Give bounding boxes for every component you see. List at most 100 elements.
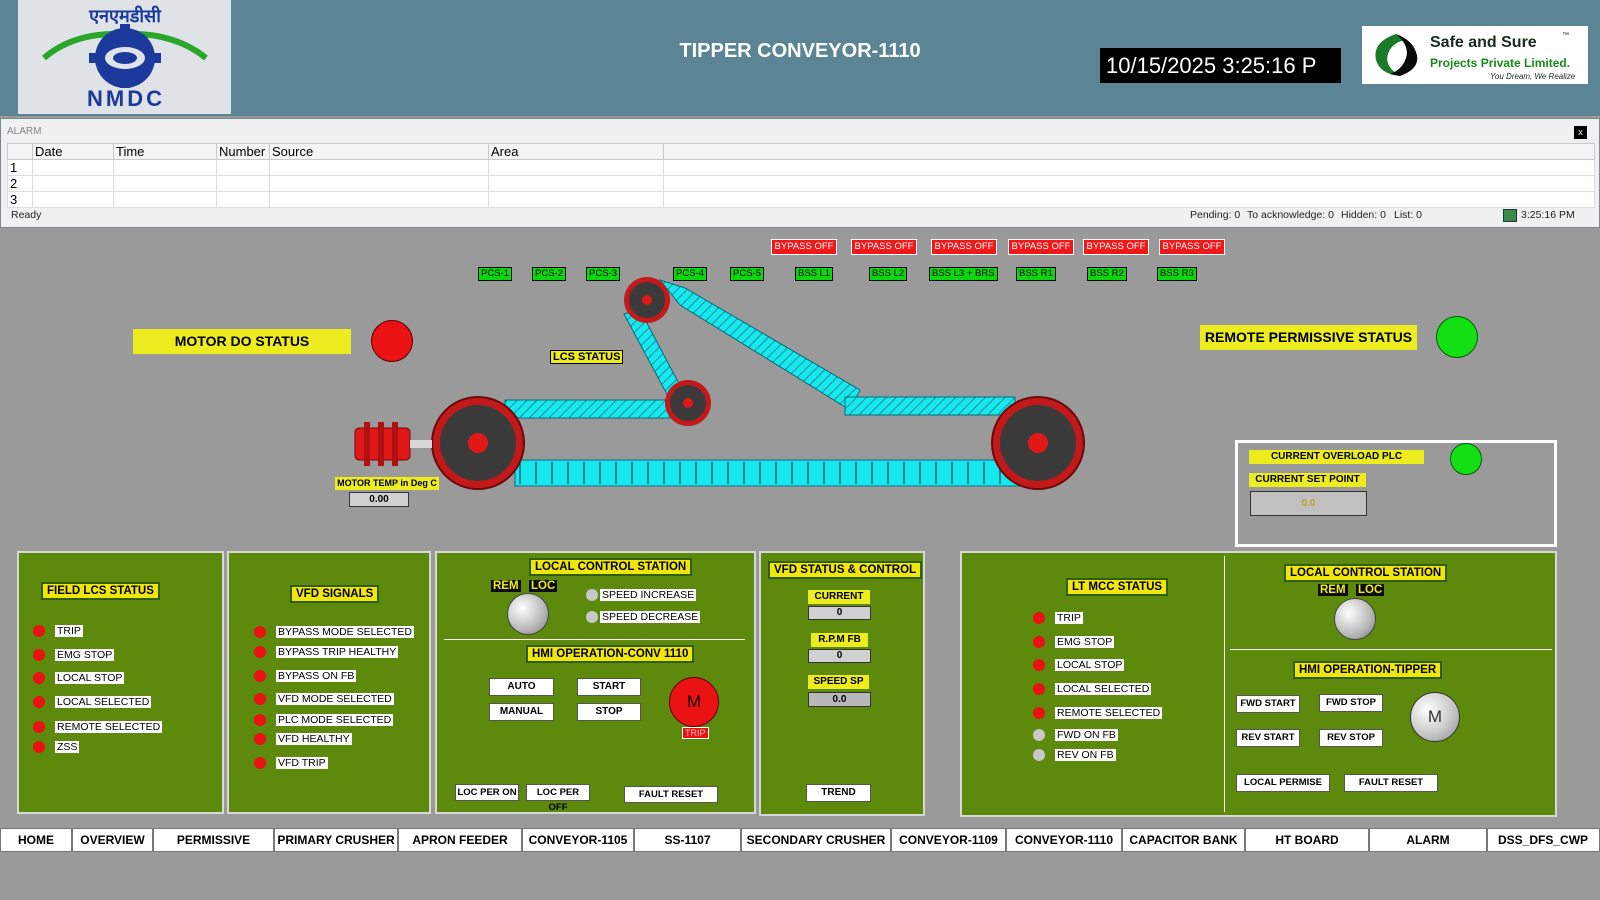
current-fb-label: CURRENT FB xyxy=(808,590,870,616)
lamp-label: REMOTE SELECTED xyxy=(1055,707,1163,719)
status-lamp xyxy=(1033,749,1045,761)
status-lamp xyxy=(586,611,598,623)
nav-overview[interactable]: OVERVIEW xyxy=(72,828,153,852)
nmdc-logo: एनएमडीसी NMDC xyxy=(18,0,231,114)
current-fb-value: 0 xyxy=(808,606,871,620)
status-lamp xyxy=(586,589,598,601)
lamp-label: REMOTE SELECTED xyxy=(55,721,163,733)
alarm-col-source[interactable]: Source xyxy=(269,143,489,160)
current-set-point-input[interactable]: 0.0 xyxy=(1250,491,1367,516)
lt-mcc-local-stop: LOCAL STOP xyxy=(1033,659,1125,671)
row-number: 2 xyxy=(7,175,33,192)
lamp-label: BYPASS MODE SELECTED xyxy=(276,626,415,638)
tipper-fault-reset-button[interactable]: FAULT RESET xyxy=(1344,774,1438,792)
divider xyxy=(444,639,745,640)
rev-start-button[interactable]: REV START xyxy=(1236,729,1300,747)
status-lamp xyxy=(254,626,266,638)
nav-home[interactable]: HOME xyxy=(0,828,72,852)
alarm-col-number[interactable]: Number xyxy=(216,143,270,160)
bss-r3-indicator: BSS R3 xyxy=(1157,267,1197,281)
lt-mcc-local-selected: LOCAL SELECTED xyxy=(1033,683,1152,695)
motor-temp-label: MOTOR TEMP in Deg C xyxy=(335,477,439,490)
nav-permissive[interactable]: PERMISSIVE xyxy=(153,828,274,852)
lamp-label: EMG STOP xyxy=(1055,636,1115,648)
lamp-label: TRIP xyxy=(55,625,83,637)
lt-mcc-remote-selected: REMOTE SELECTED xyxy=(1033,707,1163,719)
manual-button[interactable]: MANUAL xyxy=(489,703,554,721)
alarm-statusbar: Ready Pending: 0 To acknowledge: 0 Hidde… xyxy=(7,207,1593,224)
loc-per-off-button[interactable]: LOC PER OFF xyxy=(526,784,590,813)
monitor-icon xyxy=(1503,209,1517,222)
speed-decrease-indicator: SPEED DECREASE xyxy=(586,611,701,623)
nav-dss-dfs-cwp[interactable]: DSS_DFS_CWP xyxy=(1487,828,1600,852)
company-trademark: ™ xyxy=(1562,32,1569,39)
lcs-conv-title: LOCAL CONTROL STATION xyxy=(529,558,693,576)
lamp-label: FWD ON FB xyxy=(1055,729,1118,741)
alarm-corner-cell xyxy=(7,143,33,160)
local-permise-button[interactable]: LOCAL PERMISE xyxy=(1236,774,1330,792)
remote-permissive-status-lamp xyxy=(1436,316,1478,358)
lamp-label: LOCAL SELECTED xyxy=(55,696,152,708)
vfd-trip: VFD TRIP xyxy=(254,757,328,769)
fwd-start-button[interactable]: FWD START xyxy=(1236,695,1300,713)
trend-button[interactable]: TREND xyxy=(806,784,871,802)
nav-capacitor-bank[interactable]: CAPACITOR BANK xyxy=(1122,828,1245,852)
rem-loc-selector-knob[interactable] xyxy=(507,593,549,635)
nav-conveyor-1105[interactable]: CONVEYOR-1105 xyxy=(522,828,634,852)
nav-ht-board[interactable]: HT BOARD xyxy=(1245,828,1369,852)
field-lcs-zss: ZSS xyxy=(33,741,80,753)
tipper-rem-loc-selector-knob[interactable] xyxy=(1334,598,1376,640)
alarm-close-button[interactable]: x xyxy=(1574,126,1587,139)
status-to-acknowledge: To acknowledge: 0 xyxy=(1247,209,1334,221)
status-pending: Pending: 0 xyxy=(1190,209,1241,221)
status-time: 3:25:16 PM xyxy=(1521,209,1575,221)
bypass-off-indicator: BYPASS OFF xyxy=(1083,239,1149,255)
loc-label: LOC xyxy=(529,580,558,592)
loc-label: LOC xyxy=(1356,584,1385,596)
status-lamp xyxy=(254,693,266,705)
lamp-label: REV ON FB xyxy=(1055,749,1116,761)
bottom-nav: HOME OVERVIEW PERMISSIVE PRIMARY CRUSHER… xyxy=(0,828,1600,852)
lamp-label: PLC MODE SELECTED xyxy=(276,714,394,726)
status-lamp xyxy=(33,721,45,733)
field-lcs-title: FIELD LCS STATUS xyxy=(41,582,160,600)
nav-secondary-crusher[interactable]: SECONDARY CRUSHER xyxy=(741,828,891,852)
table-row[interactable]: 2 xyxy=(7,175,1595,192)
nav-apron-feeder[interactable]: APRON FEEDER xyxy=(398,828,522,852)
nav-primary-crusher[interactable]: PRIMARY CRUSHER xyxy=(274,828,398,852)
alarm-col-date[interactable]: Date xyxy=(32,143,114,160)
status-lamp xyxy=(33,672,45,684)
conveyor-diagram xyxy=(354,277,1085,490)
trip-indicator: TRIP xyxy=(682,727,709,739)
lamp-label: ZSS xyxy=(55,741,80,753)
stop-button[interactable]: STOP xyxy=(577,703,641,721)
table-row[interactable]: 3 xyxy=(7,191,1595,208)
lt-mcc-rev-on-fb: REV ON FB xyxy=(1033,749,1116,761)
motor-do-status-label: MOTOR DO STATUS xyxy=(133,329,351,354)
alarm-col-time[interactable]: Time xyxy=(113,143,217,160)
auto-button[interactable]: AUTO xyxy=(489,678,554,696)
status-lamp xyxy=(254,670,266,682)
loc-per-on-button[interactable]: LOC PER ON xyxy=(455,784,519,801)
status-lamp xyxy=(33,696,45,708)
vfd-status-title: VFD STATUS & CONTROL xyxy=(768,561,923,579)
speed-sp-input[interactable]: 0.0 xyxy=(808,692,871,707)
lt-mcc-fwd-on-fb: FWD ON FB xyxy=(1033,729,1118,741)
nav-ss-1107[interactable]: SS-1107 xyxy=(634,828,741,852)
fault-reset-button[interactable]: FAULT RESET xyxy=(624,786,718,803)
snub-pulley-mid-icon xyxy=(665,380,711,426)
speed-sp-label: SPEED SP xyxy=(808,675,869,689)
tipper-motor-indicator: M xyxy=(1410,692,1460,742)
nmdc-text: NMDC xyxy=(87,86,165,111)
alarm-col-area[interactable]: Area xyxy=(488,143,664,160)
rev-stop-button[interactable]: REV STOP xyxy=(1319,729,1383,747)
head-pulley-icon xyxy=(991,396,1085,490)
table-row[interactable]: 1 xyxy=(7,159,1595,176)
nav-conveyor-1109[interactable]: CONVEYOR-1109 xyxy=(891,828,1006,852)
fwd-stop-button[interactable]: FWD STOP xyxy=(1319,694,1383,712)
nav-conveyor-1110[interactable]: CONVEYOR-1110 xyxy=(1006,828,1122,852)
current-overload-lamp xyxy=(1450,443,1482,475)
lamp-label: VFD HEALTHY xyxy=(276,733,352,745)
nav-alarm[interactable]: ALARM xyxy=(1369,828,1487,852)
start-button[interactable]: START xyxy=(577,678,641,696)
